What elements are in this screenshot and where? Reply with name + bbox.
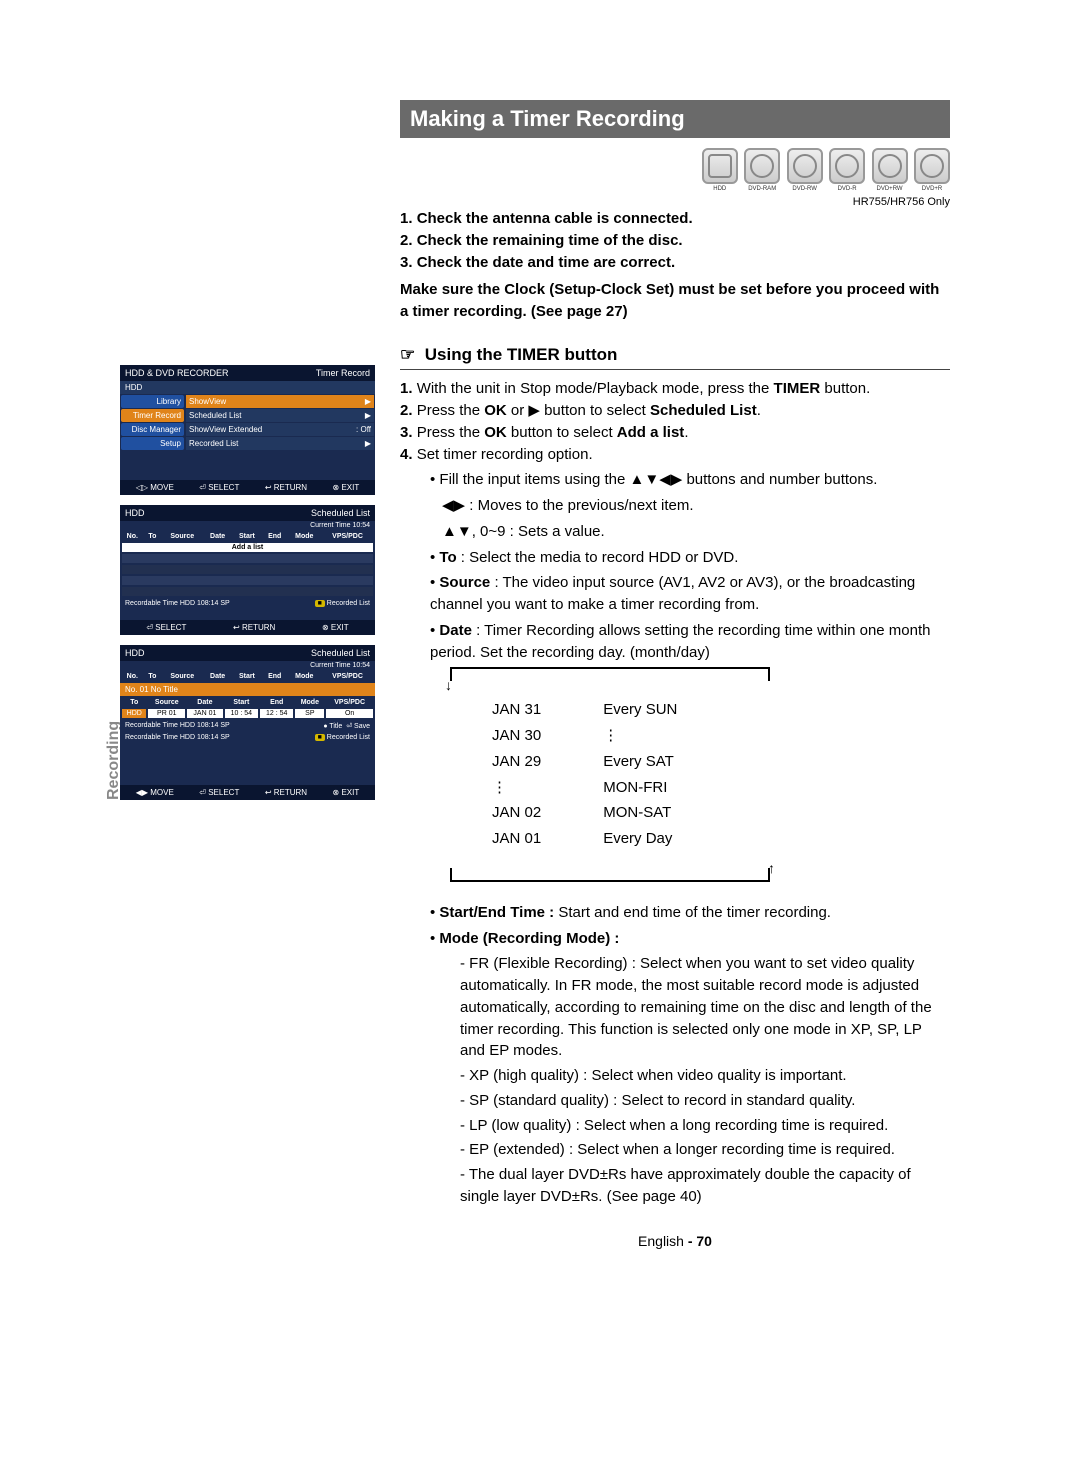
date-cycle-table: JAN 31Every SUN JAN 30⋮ JAN 29Every SAT … [460, 696, 709, 853]
disc-icons-row [400, 148, 950, 184]
mode-dual: - The dual layer DVD±Rs have approximate… [460, 1164, 950, 1208]
hand-icon: ☞ [400, 343, 420, 368]
up-arrow-icon: ↑ [768, 858, 775, 878]
step-4: 4. Set timer recording option. [400, 444, 950, 466]
opt-date: • Date : Timer Recording allows setting … [430, 620, 950, 664]
opt-to: • To : Select the media to record HDD or… [430, 547, 950, 569]
subheader-text: Using the TIMER button [425, 345, 618, 364]
opt-source: • Source : The video input source (AV1, … [430, 572, 950, 616]
page-title: Making a Timer Recording [400, 100, 950, 138]
step-2: 2. Press the OK or ▶ button to select Sc… [400, 400, 950, 422]
mode-fr: - FR (Flexible Recording) : Select when … [460, 953, 950, 1062]
opt-start-end: • Start/End Time : Start and end time of… [430, 902, 950, 924]
page-footer: English - 70 [400, 1233, 950, 1249]
opt-mode: • Mode (Recording Mode) : [430, 928, 950, 950]
mode-ep: - EP (extended) : Select when a longer r… [460, 1139, 950, 1161]
date-cycle-bottom-bracket: ↑ [450, 868, 770, 882]
clock-note: Make sure the Clock (Setup-Clock Set) mu… [400, 279, 950, 323]
check-1: 1. Check the antenna cable is connected. [400, 208, 950, 230]
check-2: 2. Check the remaining time of the disc. [400, 230, 950, 252]
dvd-plus-rw-icon [872, 148, 908, 184]
opt-fill: • Fill the input items using the ▲▼◀▶ bu… [430, 469, 950, 491]
check-2-text: Check the remaining time of the disc. [417, 232, 683, 249]
dvd-ram-icon [744, 148, 780, 184]
check-1-text: Check the antenna cable is connected. [417, 210, 693, 227]
date-cycle-top-bracket: ↓ [450, 667, 770, 681]
mode-xp: - XP (high quality) : Select when video … [460, 1065, 950, 1087]
mode-sp: - SP (standard quality) : Select to reco… [460, 1090, 950, 1112]
osd-screenshot-2: HDDScheduled List Current Time 10:54 No.… [120, 505, 375, 635]
opt-move: ◀▶ : Moves to the previous/next item. [442, 495, 950, 517]
step-1: 1. With the unit in Stop mode/Playback m… [400, 378, 950, 400]
dvd-plus-r-icon [914, 148, 950, 184]
subheader-timer: ☞ Using the TIMER button [400, 343, 950, 371]
opt-sets: ▲▼, 0~9 : Sets a value. [442, 521, 950, 543]
dvd-r-icon [829, 148, 865, 184]
hdd-icon [702, 148, 738, 184]
osd-screenshot-1: HDD & DVD RECORDERTimer Record HDD Libra… [120, 365, 375, 495]
disc-note: HR755/HR756 Only [400, 196, 950, 208]
dvd-rw-icon [787, 148, 823, 184]
down-arrow-icon: ↓ [445, 675, 452, 695]
check-3-text: Check the date and time are correct. [417, 254, 675, 271]
step-3: 3. Press the OK button to select Add a l… [400, 422, 950, 444]
check-3: 3. Check the date and time are correct. [400, 252, 950, 274]
osd-screenshot-3: HDDScheduled List Current Time 10:54 No.… [120, 645, 375, 800]
mode-lp: - LP (low quality) : Select when a long … [460, 1115, 950, 1137]
